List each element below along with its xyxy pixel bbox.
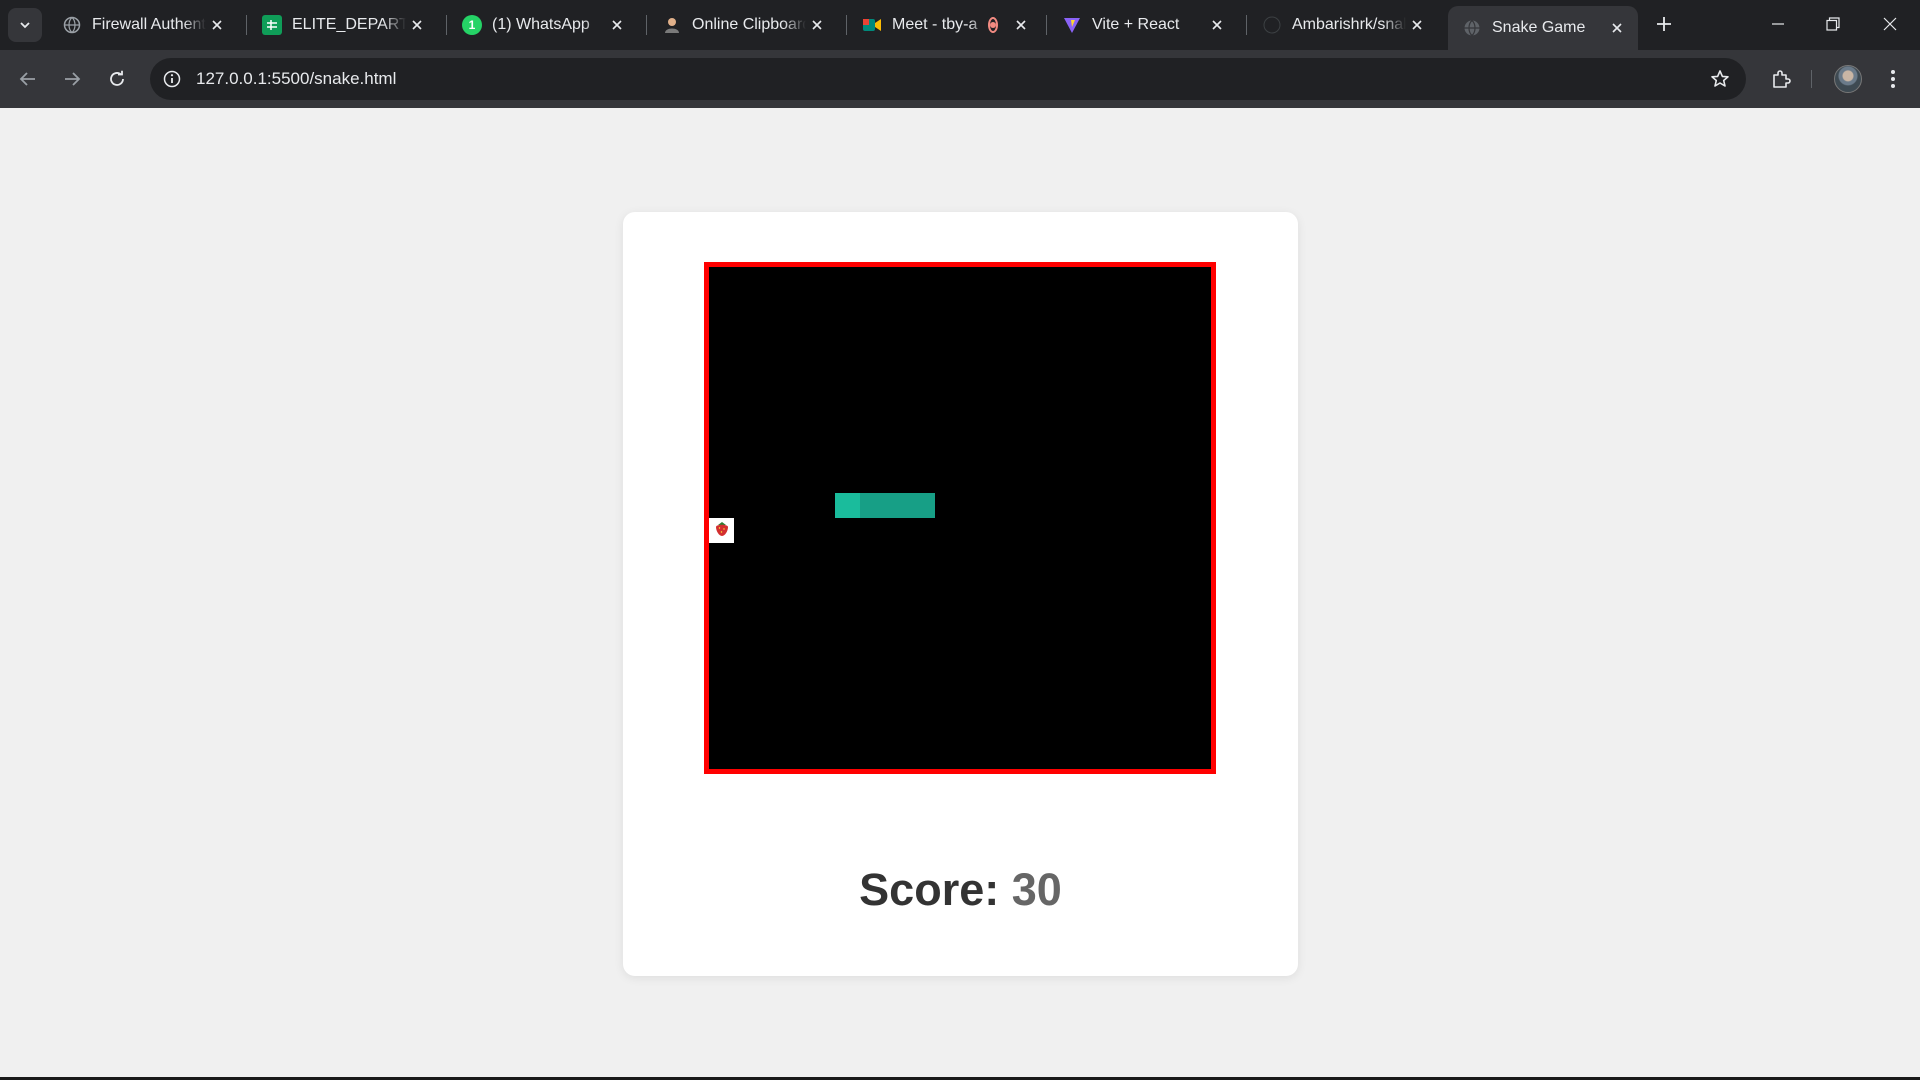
puzzle-icon	[1773, 70, 1791, 88]
tab-separator	[246, 15, 247, 35]
extensions-button[interactable]	[1765, 63, 1797, 95]
game-board[interactable]	[704, 262, 1216, 774]
score-display: Score: 30	[623, 864, 1298, 916]
star-icon[interactable]	[1708, 67, 1732, 91]
reload-button[interactable]	[101, 63, 133, 95]
close-icon[interactable]	[206, 14, 228, 36]
close-icon[interactable]	[1606, 17, 1628, 39]
snake-head	[834, 492, 860, 518]
arrow-left-icon	[19, 72, 35, 86]
tab-elite-department[interactable]: ELITE_DEPARTME	[248, 6, 438, 44]
game-card: Score: 30	[623, 212, 1298, 976]
close-icon[interactable]	[806, 14, 828, 36]
close-icon[interactable]	[406, 14, 428, 36]
tab-whatsapp[interactable]: 1 (1) WhatsApp	[448, 6, 638, 44]
arrow-right-icon	[65, 72, 81, 86]
tab-strip: Firewall Authenti ELITE_DEPARTME 1 (1) W…	[0, 0, 1920, 50]
tab-vite-react[interactable]: Vite + React	[1048, 6, 1238, 44]
meet-icon	[862, 15, 882, 35]
restore-button[interactable]	[1813, 8, 1853, 40]
minimize-icon	[1772, 23, 1784, 25]
snake-segment	[909, 492, 935, 518]
recording-icon	[988, 17, 998, 33]
close-window-button[interactable]	[1870, 8, 1910, 40]
tab-online-clipboard[interactable]: Online Clipboard	[648, 6, 838, 44]
reload-icon	[110, 70, 124, 86]
close-icon	[1883, 17, 1897, 31]
tab-title: Online Clipboard	[692, 16, 806, 33]
tab-title: ELITE_DEPARTME	[292, 16, 406, 33]
close-icon[interactable]	[606, 14, 628, 36]
tab-separator	[1246, 15, 1247, 35]
food-item	[709, 518, 735, 544]
tab-title: Firewall Authenti	[92, 16, 206, 33]
score-label: Score:	[859, 864, 1000, 915]
close-icon[interactable]	[1010, 14, 1032, 36]
tab-title: Meet - tby-a	[892, 16, 978, 33]
tab-title: Snake Game	[1492, 19, 1586, 36]
globe-icon	[62, 15, 82, 35]
whatsapp-icon: 1	[462, 15, 482, 35]
info-icon[interactable]	[160, 67, 184, 91]
menu-button[interactable]	[1877, 63, 1909, 95]
page-body: Score: 30	[0, 108, 1920, 1078]
new-tab-button[interactable]	[1650, 10, 1678, 38]
address-bar[interactable]: 127.0.0.1:5500/snake.html	[150, 58, 1746, 100]
back-button[interactable]	[12, 63, 44, 95]
tab-snake-game[interactable]: Snake Game	[1448, 6, 1638, 50]
browser-toolbar: 127.0.0.1:5500/snake.html	[0, 50, 1920, 108]
url-text: 127.0.0.1:5500/snake.html	[196, 69, 397, 88]
globe-icon	[1462, 18, 1482, 38]
tab-title: Vite + React	[1092, 16, 1180, 33]
restore-icon	[1826, 17, 1840, 31]
close-icon[interactable]	[1406, 14, 1428, 36]
tab-separator	[646, 15, 647, 35]
tab-title: (1) WhatsApp	[492, 16, 590, 33]
snake-segment	[859, 492, 885, 518]
game-grid	[709, 267, 1211, 769]
kebab-menu-icon	[1891, 70, 1895, 88]
person-icon	[662, 15, 682, 35]
toolbar-divider	[1811, 70, 1812, 88]
close-icon[interactable]	[1206, 14, 1228, 36]
tab-separator	[446, 15, 447, 35]
avatar[interactable]	[1834, 65, 1862, 93]
forward-button[interactable]	[56, 63, 88, 95]
tab-separator	[1046, 15, 1047, 35]
strawberry-icon	[715, 521, 729, 540]
minimize-button[interactable]	[1758, 8, 1798, 40]
chevron-down-icon	[20, 22, 30, 29]
vite-icon	[1062, 15, 1082, 35]
snake-segment	[884, 492, 910, 518]
tab-search-button[interactable]	[8, 8, 42, 42]
tab-firewall[interactable]: Firewall Authenti	[48, 6, 238, 44]
score-value: 30	[1011, 864, 1062, 915]
tab-title: Ambarishrk/snak	[1292, 16, 1406, 33]
github-icon	[1262, 15, 1282, 35]
plus-icon	[1657, 17, 1671, 31]
sheets-icon	[262, 15, 282, 35]
tab-separator	[846, 15, 847, 35]
tab-github[interactable]: Ambarishrk/snak	[1248, 6, 1438, 44]
tab-meet[interactable]: Meet - tby-a	[848, 6, 1038, 44]
